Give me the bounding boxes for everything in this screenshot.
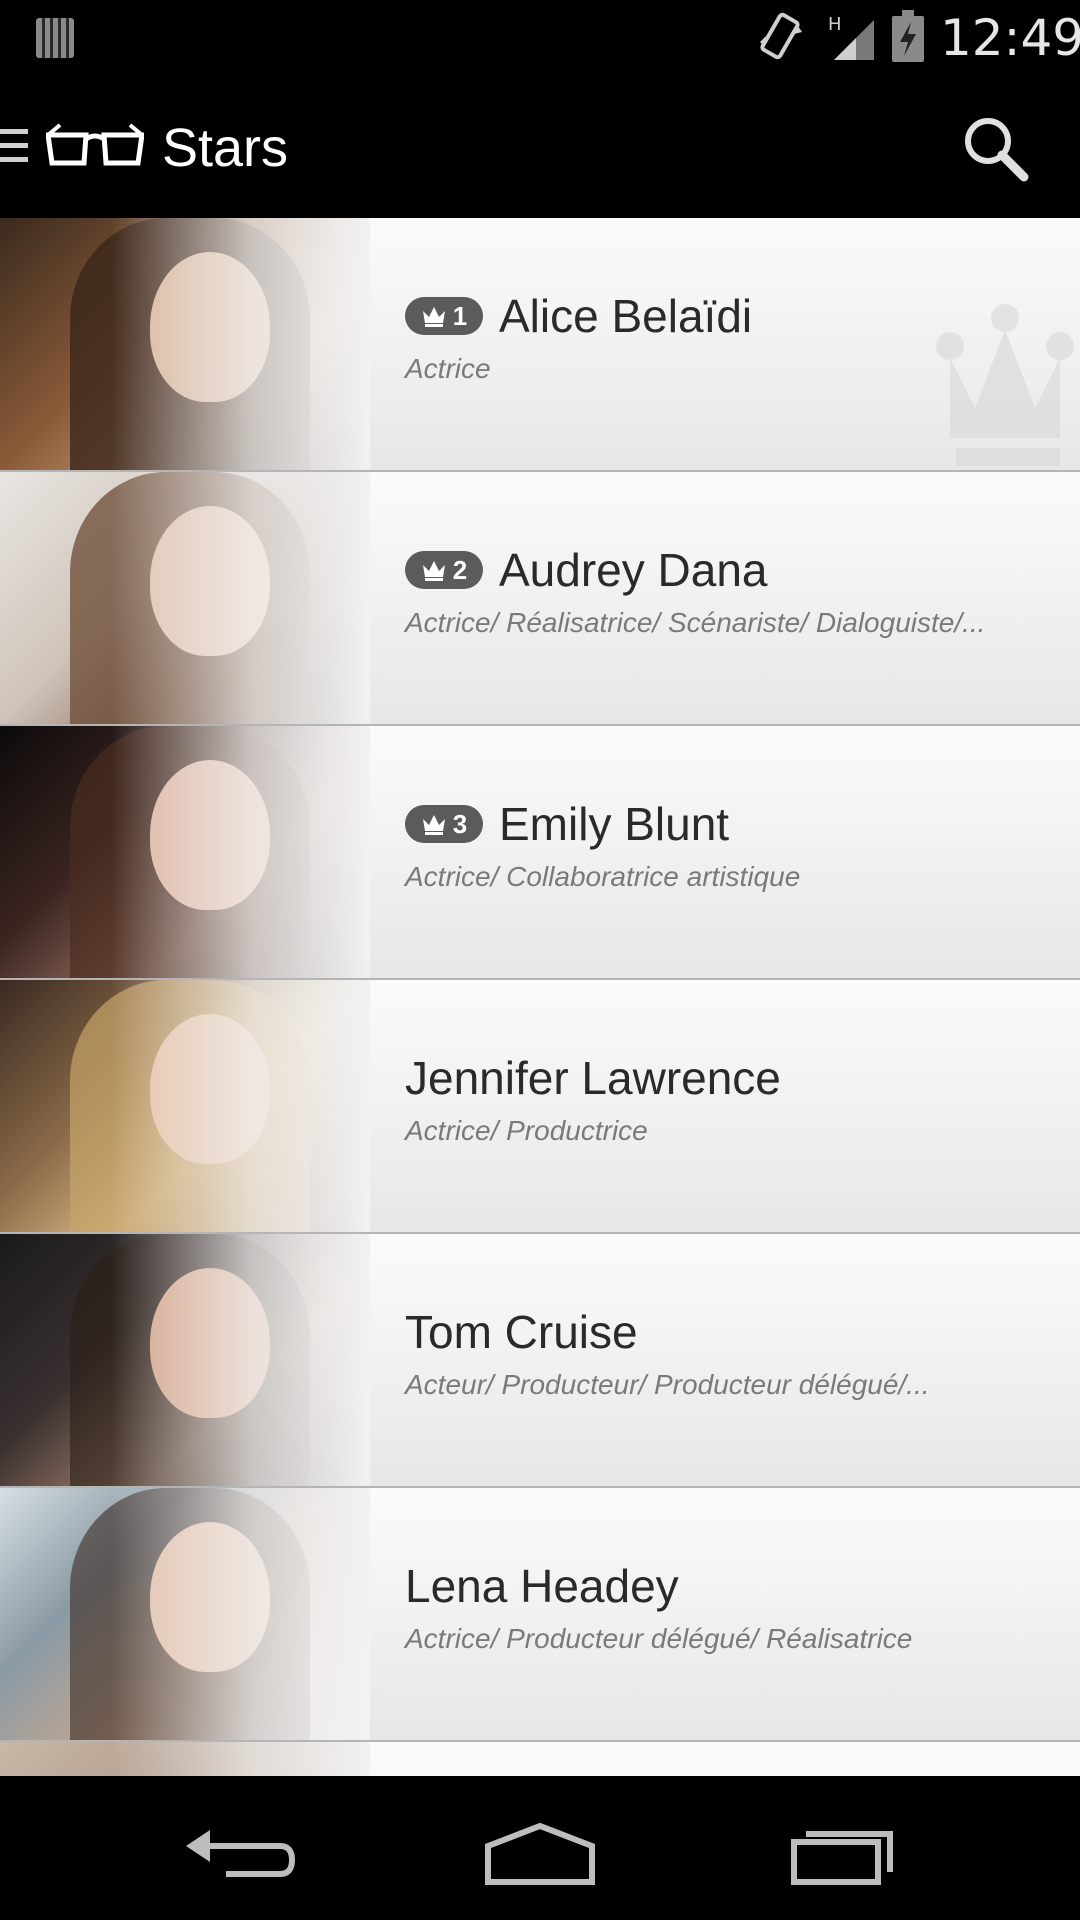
star-name-line: 2 Audrey Dana (405, 540, 768, 600)
star-name-line: 3 Emily Blunt (405, 794, 729, 854)
rank-badge: 3 (405, 805, 483, 843)
star-photo (0, 472, 370, 724)
list-item[interactable]: Jennifer Lawrence Actrice/ Productrice (0, 980, 1080, 1234)
action-bar: Stars (0, 75, 1080, 218)
list-item[interactable] (0, 1742, 1080, 1776)
star-name: Lena Headey (405, 1560, 679, 1612)
crown-icon (422, 307, 445, 327)
rank-badge: 2 (405, 551, 483, 589)
star-name: Emily Blunt (499, 798, 730, 850)
rank-number: 3 (452, 808, 468, 839)
star-job: Actrice/ Productrice (405, 1115, 648, 1146)
home-icon[interactable] (480, 1816, 600, 1886)
star-job: Actrice (405, 353, 491, 384)
list-item[interactable]: 3 Emily Blunt Actrice/ Collaboratrice ar… (0, 726, 1080, 980)
network-type-label: H (828, 14, 842, 35)
list-item[interactable]: 2 Audrey Dana Actrice/ Réalisatrice/ Scé… (0, 472, 1080, 726)
star-photo (0, 1234, 370, 1486)
star-photo (0, 726, 370, 978)
status-clock: 12:49 (940, 9, 1080, 67)
star-name: Tom Cruise (405, 1306, 638, 1358)
battery-charging-icon (892, 10, 924, 62)
list-item[interactable]: Lena Headey Actrice/ Producteur délégué/… (0, 1488, 1080, 1742)
signal-icon: H (828, 14, 874, 60)
glasses-logo-icon[interactable] (46, 123, 144, 169)
star-name-line: 1 Alice Belaïdi (405, 286, 752, 346)
star-name: Audrey Dana (499, 544, 768, 596)
star-photo (0, 980, 370, 1232)
vibrate-icon (760, 12, 802, 60)
rank-badge: 1 (405, 297, 483, 335)
star-photo (0, 1742, 370, 1776)
star-job: Actrice/ Réalisatrice/ Scénariste/ Dialo… (405, 607, 986, 638)
navigation-bar (0, 1776, 1080, 1920)
drawer-icon[interactable] (0, 125, 30, 167)
crown-icon (422, 815, 445, 835)
rank-number: 2 (452, 554, 468, 585)
status-bar: H 12:49 (0, 0, 1080, 75)
list-item[interactable]: 1 Alice Belaïdi Actrice (0, 218, 1080, 472)
recent-apps-icon[interactable] (780, 1816, 900, 1886)
rank-number: 1 (452, 300, 468, 331)
page-title: Stars (162, 118, 289, 178)
notification-icon (36, 18, 74, 58)
list-item[interactable]: Tom Cruise Acteur/ Producteur/ Producteu… (0, 1234, 1080, 1488)
star-name-line: Jennifer Lawrence (405, 1048, 781, 1108)
back-icon[interactable] (180, 1816, 300, 1886)
crown-watermark-icon (936, 304, 1074, 466)
star-photo (0, 1488, 370, 1740)
stars-list: 1 Alice Belaïdi Actrice 2 Audrey Dana Ac… (0, 218, 1080, 1776)
star-name: Jennifer Lawrence (405, 1052, 781, 1104)
star-name-line: Tom Cruise (405, 1302, 638, 1362)
search-icon[interactable] (960, 113, 1030, 183)
star-job: Acteur/ Producteur/ Producteur délégué/.… (405, 1369, 930, 1400)
star-job: Actrice/ Collaboratrice artistique (405, 861, 801, 892)
star-name-line: Lena Headey (405, 1556, 679, 1616)
star-job: Actrice/ Producteur délégué/ Réalisatric… (405, 1623, 913, 1654)
crown-icon (422, 561, 445, 581)
star-name: Alice Belaïdi (499, 290, 753, 342)
star-photo (0, 218, 370, 470)
